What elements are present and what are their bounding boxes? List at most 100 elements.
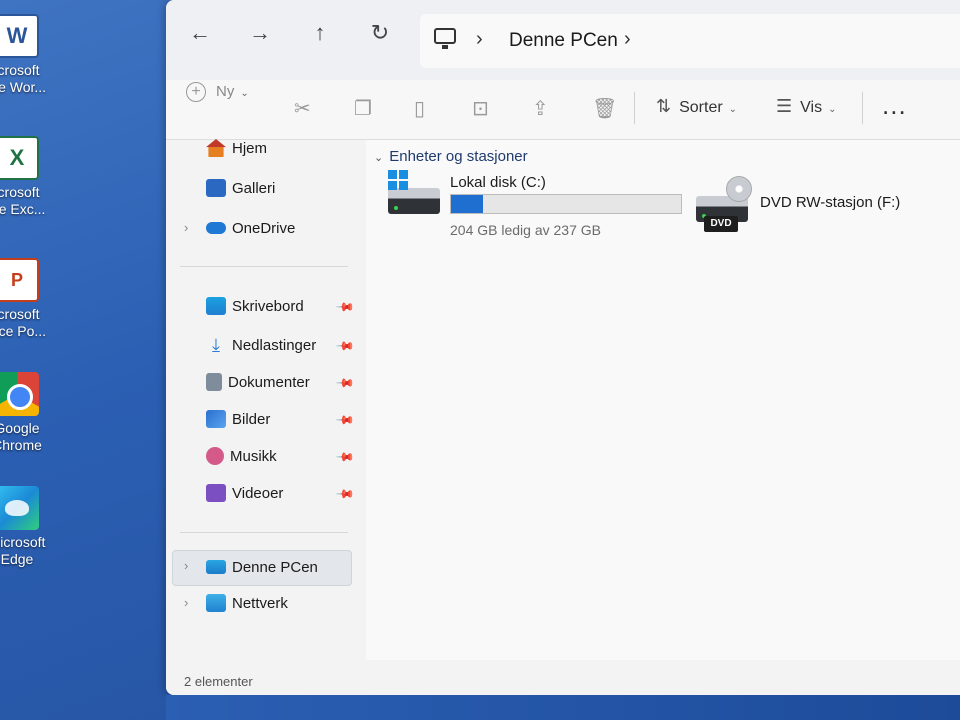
address-bar[interactable]: › Denne PCen ›	[420, 14, 960, 68]
hard-drive-icon	[388, 170, 440, 216]
new-button-label: Ny	[216, 83, 235, 100]
edge-icon	[0, 486, 39, 530]
up-button[interactable]: ↑	[306, 20, 334, 48]
drive-local-disk-c[interactable]: Lokal disk (C:) 204 GB ledig av 237 GB	[388, 170, 708, 238]
arrow-right-icon: →	[249, 20, 271, 45]
back-button[interactable]: ←	[186, 20, 214, 48]
excel-icon: X	[0, 136, 39, 180]
plus-icon: +	[186, 82, 206, 102]
desktop-icon-excel[interactable]: X icrosoft ice Exc...	[0, 136, 62, 218]
word-icon: W	[0, 14, 39, 58]
network-icon	[206, 594, 226, 612]
desktop-icon-label: icrosoft	[0, 184, 40, 200]
pin-icon[interactable]: 📌	[335, 410, 355, 430]
rename-icon: ⊡	[472, 98, 489, 120]
sidebar-item-label: Musikk	[230, 447, 277, 465]
more-options-button[interactable]: ...	[882, 90, 907, 121]
home-icon	[206, 139, 226, 157]
new-button[interactable]: + Ny ⌄	[186, 80, 249, 108]
sidebar-item-network[interactable]: Nettverk	[206, 589, 288, 617]
sidebar-item-desktop[interactable]: Skrivebord	[206, 292, 304, 320]
sidebar-item-label: Skrivebord	[232, 297, 304, 315]
disc-icon	[726, 176, 752, 202]
delete-button[interactable]: 🗑	[592, 96, 617, 121]
drive-name: DVD RW-stasjon (F:)	[760, 194, 901, 211]
sort-button-label: Sorter	[679, 99, 723, 116]
desktop-icon-label: ice Exc...	[0, 201, 46, 217]
scissors-icon: ✂	[294, 98, 311, 120]
status-bar: 2 elementer	[166, 660, 960, 695]
toolbar-divider	[862, 92, 863, 124]
chevron-down-icon: ⌄	[374, 152, 384, 164]
group-title: Enheter og stasjoner	[389, 148, 528, 165]
sort-icon: ⇅	[656, 96, 672, 116]
pictures-icon	[206, 410, 226, 428]
desktop-icon-label: icrosoft	[0, 62, 40, 78]
clipboard-icon: ▯	[414, 98, 426, 120]
sidebar-item-videos[interactable]: Videoer	[206, 479, 283, 507]
sidebar-item-downloads[interactable]: ⤓ Nedlastinger	[206, 331, 316, 359]
sidebar-item-this-pc[interactable]: Denne PCen	[206, 553, 318, 581]
group-header-devices[interactable]: ⌄ Enheter og stasjoner	[374, 148, 528, 165]
pin-icon[interactable]: 📌	[335, 484, 355, 504]
toolbar-divider	[634, 92, 635, 124]
sidebar-item-documents[interactable]: Dokumenter	[206, 368, 310, 396]
drive-usage-bar	[450, 194, 682, 214]
chevron-down-icon: ⌄	[240, 87, 249, 99]
pin-icon[interactable]: 📌	[335, 336, 355, 356]
documents-icon	[206, 373, 222, 391]
command-bar: + Ny ⌄ ✂ ❐ ▯ ⊡ ⇪ 🗑 ⇅ Sorter ⌄ ☰ Vis ⌄ ...	[166, 80, 960, 140]
sidebar-item-home[interactable]: Hjem	[206, 134, 267, 162]
pin-icon[interactable]: 📌	[335, 447, 355, 467]
view-button[interactable]: ☰ Vis ⌄	[776, 96, 836, 117]
pin-icon[interactable]: 📌	[335, 297, 355, 317]
powerpoint-icon: P	[0, 258, 39, 302]
refresh-button[interactable]: ↻	[366, 20, 394, 48]
sidebar-item-label: Nedlastinger	[232, 336, 317, 354]
content-pane: ⌄ Enheter og stasjoner Lokal disk (C:) 20…	[366, 140, 960, 660]
sort-button[interactable]: ⇅ Sorter ⌄	[656, 96, 737, 117]
desktop-icon-label: Microsoft	[0, 534, 46, 550]
dvd-badge: DVD	[704, 216, 738, 232]
sidebar-item-music[interactable]: Musikk	[206, 442, 277, 470]
desktop-icon-word[interactable]: W icrosoft ice Wor...	[0, 14, 62, 96]
chevron-right-icon[interactable]: ›	[624, 28, 631, 51]
desktop-folder-icon	[206, 297, 226, 315]
monitor-icon	[434, 28, 456, 49]
sidebar-item-gallery[interactable]: Galleri	[206, 174, 275, 202]
drive-usage-fill	[451, 195, 484, 213]
expand-chevron-icon[interactable]: ›	[184, 558, 188, 573]
desktop-icon-edge[interactable]: Microsoft Edge	[0, 486, 62, 568]
music-icon	[206, 447, 224, 465]
desktop-icon-powerpoint[interactable]: P icrosoft ffice Po...	[0, 258, 62, 340]
dvd-drive-icon: DVD	[696, 176, 752, 234]
breadcrumb-this-pc[interactable]: Denne PCen	[509, 30, 618, 52]
arrow-left-icon: ←	[189, 20, 211, 45]
share-icon: ⇪	[532, 98, 549, 120]
copy-button[interactable]: ❐	[354, 96, 372, 121]
cut-button[interactable]: ✂	[294, 96, 311, 121]
drive-free-space: 204 GB ledig av 237 GB	[450, 222, 601, 238]
sidebar-divider	[180, 532, 348, 533]
expand-chevron-icon[interactable]: ›	[184, 595, 188, 610]
videos-icon	[206, 484, 226, 502]
rename-button[interactable]: ⊡	[472, 96, 489, 121]
hdd-body-icon	[388, 188, 440, 214]
desktop-icon-chrome[interactable]: Google Chrome	[0, 372, 62, 454]
paste-button[interactable]: ▯	[414, 96, 425, 121]
pin-icon[interactable]: 📌	[335, 373, 355, 393]
sidebar-item-pictures[interactable]: Bilder	[206, 405, 270, 433]
chevron-right-icon[interactable]: ›	[476, 28, 483, 51]
taskbar-edge	[166, 695, 960, 720]
desktop-icon-label: Edge	[0, 551, 34, 567]
forward-button[interactable]: →	[246, 20, 274, 48]
sidebar-item-label: Denne PCen	[232, 558, 318, 576]
file-explorer-window: ← → ↑ ↻ › Denne PCen › + Ny ⌄ ✂ ❐ ▯ ⊡ ⇪ 🗑 …	[166, 0, 960, 695]
drive-name: Lokal disk (C:)	[450, 174, 546, 191]
sidebar-item-onedrive[interactable]: OneDrive	[206, 214, 295, 242]
drive-dvd-f[interactable]: DVD DVD RW-stasjon (F:)	[696, 176, 936, 240]
refresh-icon: ↻	[370, 20, 390, 45]
share-button[interactable]: ⇪	[532, 96, 549, 121]
desktop-icon-label: ffice Po...	[0, 323, 47, 339]
expand-chevron-icon[interactable]: ›	[184, 220, 188, 235]
